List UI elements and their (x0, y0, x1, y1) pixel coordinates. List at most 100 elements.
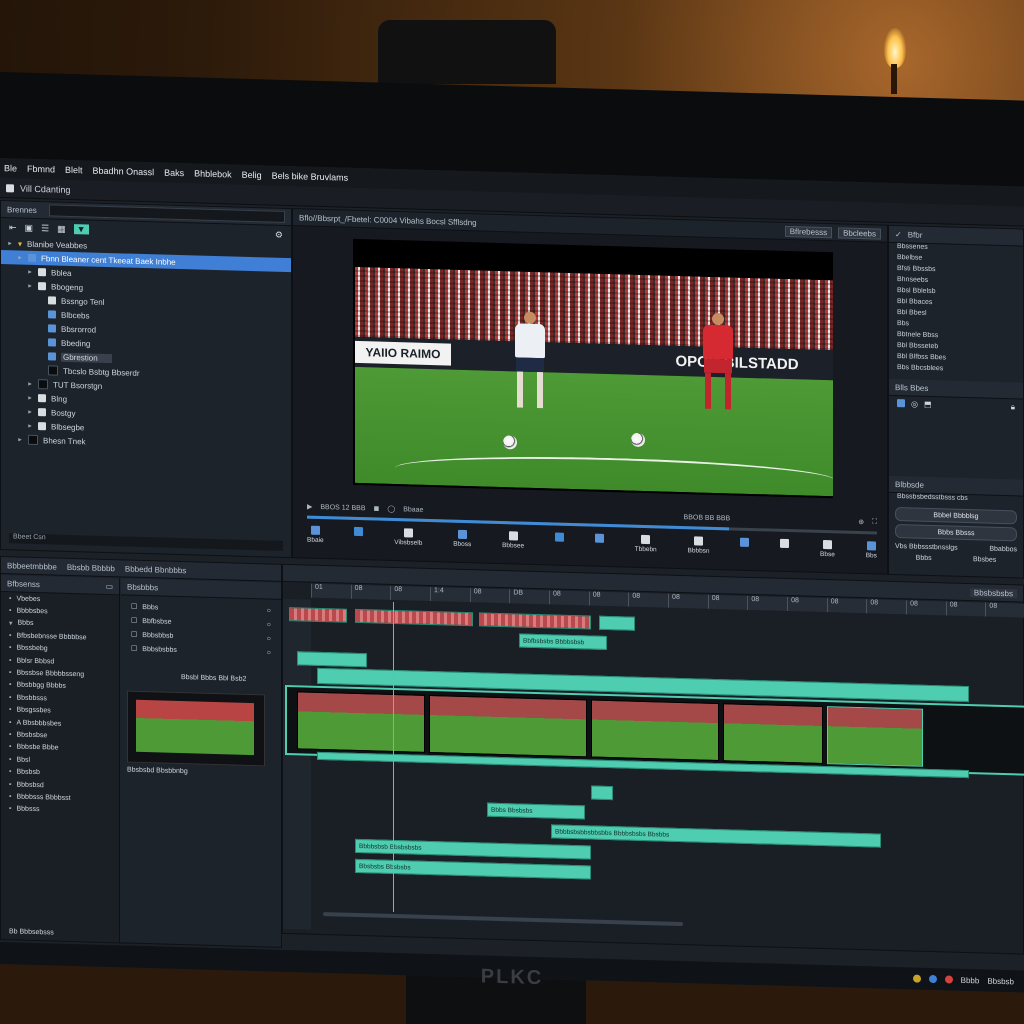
timeline-clip-9[interactable] (591, 785, 613, 801)
playhead[interactable] (393, 601, 394, 913)
checkbox[interactable]: ☐ (131, 645, 137, 653)
settings-icon[interactable]: ⚙ (275, 229, 283, 240)
marker-icon[interactable]: ◼ (374, 504, 380, 512)
ruler-tick: 08 (747, 595, 788, 611)
timeline-clip-2[interactable] (355, 608, 473, 627)
effect-label: Vbebes (16, 595, 41, 603)
effect-item[interactable]: ▪ Bbbsss (1, 803, 119, 819)
effect-label: Bbsl (16, 756, 31, 764)
timeline-header-button[interactable]: Bbsbsbsbs (969, 587, 1017, 598)
menu-item[interactable]: Blelt (65, 165, 83, 175)
browser-tab[interactable]: Bbbeetmbbbe (7, 561, 57, 571)
expand-icon[interactable]: ▸ (27, 408, 33, 416)
back-icon[interactable]: ⇤ (9, 222, 17, 233)
menu-item[interactable]: Belig (242, 170, 262, 181)
expand-icon[interactable]: ▸ (17, 435, 23, 444)
menu-item[interactable]: Bbadhn Onassl (93, 166, 155, 178)
file-icon (38, 379, 48, 390)
viewer-tool-button[interactable] (354, 526, 364, 553)
media-browser: Bbsbbbs ☐ Bbbs ○ ☐ Bbfbsbse ○ ☐ Bbbsbbsb ○ ☐ Bbbsb… (121, 578, 281, 946)
fullscreen-icon[interactable]: ⛶ (872, 518, 877, 526)
viewer-tool-button[interactable]: Vibsbselb (394, 528, 422, 555)
effect-label: Bbbs (17, 619, 34, 628)
expand-icon[interactable]: ▸ (27, 282, 33, 290)
list-view-icon[interactable]: ☰ (41, 223, 49, 234)
menu-item[interactable]: Ble (4, 163, 17, 173)
timeline-clip-1[interactable] (289, 607, 347, 623)
expand-icon[interactable]: ▸ (27, 394, 33, 402)
video-frame[interactable]: YAIIO RAIMO OPOR BILSTADD (353, 238, 833, 499)
menu-item[interactable]: Baks (164, 168, 184, 179)
zoom-icon[interactable]: ⊕ (858, 518, 864, 526)
expand-icon[interactable]: ▸ (27, 268, 33, 276)
tool-icon[interactable] (897, 399, 905, 408)
effects-list: Bfbsenss ▭ ▪ Vbebes ▪ Bbbbsbes ▾ Bbbs ▪ Bfbsbeb… (1, 575, 120, 943)
tool-icon-3[interactable]: ⬒ (924, 400, 932, 414)
effect-label: Bbsgssbes (16, 706, 51, 715)
expand-icon[interactable]: ▸ (7, 239, 13, 247)
effect-label: Bbsbbsss (16, 694, 47, 703)
inspector-properties: Bbssenes Bbelbse Bfsti Bbssbs Bhnseebs Bbsl … (889, 243, 1023, 379)
radio-icon[interactable]: ○ (267, 607, 271, 614)
timeline-clip-6[interactable] (297, 651, 367, 668)
viewer-tool-button[interactable]: Bbbsee (502, 531, 524, 558)
grid-view-icon[interactable]: ▦ (57, 223, 66, 234)
browser-tab[interactable]: Bbbedd Bbnbbbs (125, 564, 186, 575)
menu-item[interactable]: Fbmnd (27, 164, 55, 175)
play-icon[interactable]: ▶ (307, 503, 312, 511)
viewer-tool-button[interactable]: Bbaie (307, 525, 324, 552)
timeline-scrollbar[interactable] (323, 912, 683, 927)
viewer-tool-button[interactable]: Bbs (866, 541, 877, 567)
project-item-label: Bbsrorrod (61, 324, 97, 335)
viewer-button-1[interactable]: Bflrebesss (784, 225, 833, 238)
viewer-tool-button[interactable]: Bbbbsn (688, 536, 710, 563)
timeline-clip-10[interactable]: Bbbs Bbsbsbs (487, 802, 585, 820)
tool-icon-2[interactable]: ◎ (911, 399, 918, 413)
inspector-button-1[interactable]: Bbbel Bbbblsg (895, 506, 1017, 525)
checkbox[interactable]: ☐ (131, 631, 137, 639)
menu-item[interactable]: Bels bike Bruvlams (272, 171, 349, 183)
folder-icon[interactable]: ▣ (25, 222, 34, 233)
menu-item[interactable]: Bhblebok (194, 168, 232, 179)
ruler-tick: 08 (866, 599, 907, 615)
clip-thumbnail (136, 699, 254, 756)
effect-icon: ▪ (9, 669, 12, 677)
radio-icon[interactable]: ○ (267, 621, 271, 628)
timeline-clip-12[interactable]: Bbbbsbsb Bbsbsbsbs (355, 838, 591, 860)
inspector-button-2[interactable]: Bbbs Bbsss (895, 523, 1017, 542)
effect-icon: ▪ (9, 756, 12, 764)
clip-preview[interactable] (127, 690, 265, 767)
pitch-line (395, 452, 833, 497)
timeline-clip-3[interactable] (479, 612, 591, 630)
effects-menu-icon[interactable]: ▭ (105, 581, 113, 590)
viewer-tool-button[interactable]: Bboss (453, 529, 471, 557)
project-item-label: Bssngo Tenl (61, 296, 105, 307)
ruler-tick: 08 (628, 592, 669, 608)
effect-label: A Bbsbbbsbes (16, 719, 62, 728)
effect-icon: ▾ (9, 620, 13, 628)
viewer-tool-button[interactable] (554, 532, 564, 559)
checkbox[interactable]: ☐ (131, 603, 137, 611)
expand-icon[interactable]: ▸ (27, 422, 33, 430)
timeline-clip-13[interactable]: Bbsbsbs Bbsbsbs (355, 858, 591, 880)
viewer-tool-button[interactable] (780, 538, 790, 565)
viewer-button-2[interactable]: Bbcleebs (838, 226, 881, 240)
viewer-tool-button[interactable]: Bbse (820, 539, 835, 566)
timeline-clip-4[interactable] (599, 615, 635, 631)
radio-icon[interactable]: ○ (267, 649, 271, 656)
checkmark-icon: ✓ (895, 229, 902, 239)
loop-icon[interactable]: ◯ (387, 505, 395, 513)
import-icon[interactable]: ▼ (73, 224, 89, 235)
lock-icon[interactable]: 🔒︎ (1011, 402, 1015, 416)
viewer-tool-button[interactable] (740, 537, 750, 564)
timeline-clip-11[interactable]: Bbbbsbsbbsbbsbbs Bbbbsbsbs Bbsbbs (551, 824, 881, 848)
expand-icon[interactable]: ▸ (17, 253, 23, 262)
checkbox[interactable]: ☐ (131, 617, 137, 625)
viewer-tool-button[interactable]: Tbbebn (635, 534, 657, 562)
timeline-clip-5[interactable]: Bbfbsbsbs Bbbbsbsb (519, 633, 607, 650)
viewer-tool-button[interactable] (594, 533, 604, 560)
browser-tab[interactable]: Bbsbb Bbbbb (67, 562, 115, 572)
effect-icon: ▪ (9, 644, 12, 652)
radio-icon[interactable]: ○ (267, 635, 271, 642)
expand-icon[interactable]: ▸ (27, 380, 33, 388)
